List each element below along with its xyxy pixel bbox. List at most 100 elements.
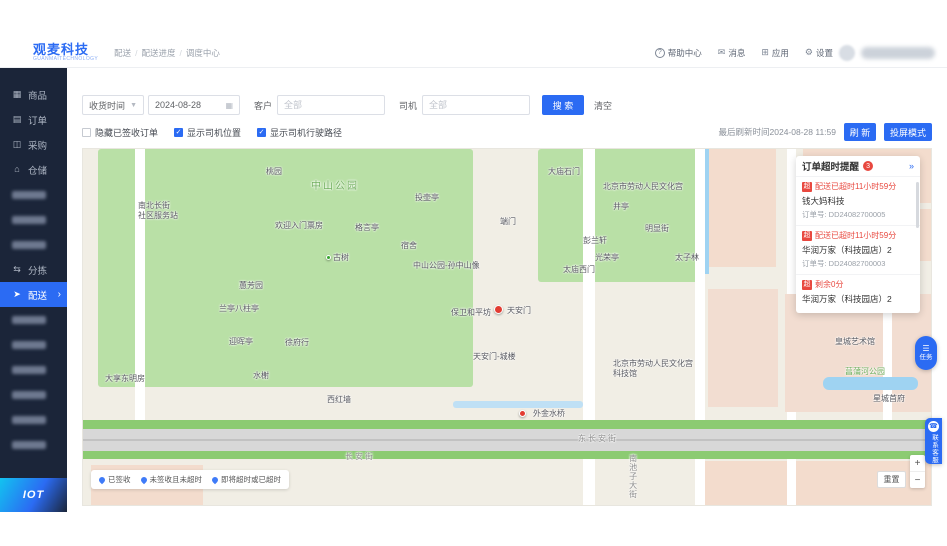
sidebar-item-blurred[interactable] bbox=[0, 182, 67, 207]
sidebar-item-blurred[interactable] bbox=[0, 357, 67, 382]
checkbox-icon bbox=[82, 127, 91, 137]
alert-item[interactable]: 超配送已超时11小时59分 华润万家（科技园店）2 订单号: DD240827000… bbox=[796, 225, 920, 274]
cast-mode-button[interactable]: 投屏模式 bbox=[884, 123, 932, 141]
road-vertical-3-south bbox=[787, 459, 796, 505]
map-label: 徐府行 bbox=[285, 338, 309, 347]
zoom-in-button[interactable]: + bbox=[910, 455, 925, 472]
map-label: 北京市劳动人民文化宫 科技馆 bbox=[613, 359, 693, 378]
iot-logo: IOT bbox=[0, 478, 67, 512]
refresh-area: 最后刷新时间2024-08-28 11:59 刷 新 投屏模式 bbox=[719, 123, 932, 141]
water-jinshui-river bbox=[453, 401, 583, 408]
clear-button[interactable]: 清空 bbox=[594, 99, 612, 112]
phone-service-icon: ☎ bbox=[928, 421, 939, 432]
checkbox-group: 隐藏已签收订单 ✓ 显示司机位置 ✓ 显示司机行驶路径 bbox=[82, 126, 358, 139]
orders-icon: ▤ bbox=[12, 114, 22, 124]
map-label: 古树 bbox=[333, 253, 349, 262]
alert-list: 超配送已超时11小时59分 钱大妈科技 订单号: DD24082700005 超配送已… bbox=[796, 176, 920, 310]
task-fab-button[interactable]: ☰ 任务 bbox=[915, 336, 937, 370]
order-number: 订单号: DD24082700005 bbox=[802, 210, 886, 219]
green-strip-north bbox=[83, 420, 931, 429]
app-window: 观麦科技 GUANMAITECHNOLOGY 配送 / 配送进度 / 调度中心 ? 帮助中… bbox=[0, 0, 947, 546]
map-label: 皇城艺术馆 bbox=[835, 337, 875, 346]
order-number: 订单号: DD24082700003 bbox=[802, 259, 886, 268]
option-bar: 隐藏已签收订单 ✓ 显示司机位置 ✓ 显示司机行驶路径 最后刷新时间2024-08-28… bbox=[82, 123, 932, 141]
sidebar-item-blurred[interactable] bbox=[0, 232, 67, 257]
checkbox-1[interactable]: ✓ 显示司机位置 bbox=[174, 126, 241, 139]
zoom-out-button[interactable]: − bbox=[910, 472, 925, 488]
checkbox-2[interactable]: ✓ 显示司机行驶路径 bbox=[257, 126, 342, 139]
map-legend: 已签收 未签收且未超时 即将超时或已超时 bbox=[91, 470, 289, 489]
alert-item[interactable]: 超剩余0分 华润万家（科技园店）2 bbox=[796, 274, 920, 310]
sidebar-item-purchase[interactable]: ◫ 采购 bbox=[0, 132, 67, 157]
map-label: 保卫和平坊 bbox=[451, 308, 491, 317]
order-marker-jinshui-bridge[interactable] bbox=[519, 410, 526, 417]
header-actions: ? 帮助中心 ✉ 消息 ⊞ 应用 ⚙ 设置 bbox=[654, 47, 833, 59]
order-marker-tiananmen[interactable] bbox=[494, 305, 503, 314]
header-action-settings[interactable]: ⚙ 设置 bbox=[805, 47, 833, 59]
sidebar-item-blurred[interactable] bbox=[0, 407, 67, 432]
blurred-label bbox=[12, 390, 46, 399]
header-action-help-center[interactable]: ? 帮助中心 bbox=[654, 47, 702, 59]
panel-scrollbar[interactable] bbox=[916, 182, 919, 228]
task-fab-label: 任务 bbox=[919, 353, 933, 361]
legend-item: 已签收 bbox=[97, 474, 131, 485]
checkbox-label: 显示司机行驶路径 bbox=[270, 127, 343, 138]
map-label: 外金水桥 bbox=[533, 409, 565, 418]
map-label: 中山公园 bbox=[311, 181, 359, 192]
map-pin-icon bbox=[139, 475, 148, 484]
breadcrumb: 配送 / 配送进度 / 调度中心 bbox=[114, 47, 220, 59]
contact-service-button[interactable]: ☎ 联系客服 bbox=[925, 418, 942, 464]
driver-input[interactable] bbox=[429, 100, 524, 110]
map-label: 菖蒲河公园 bbox=[845, 367, 885, 376]
map-label: 南北长街 社区服务站 bbox=[138, 201, 178, 220]
sidebar-item-delivery[interactable]: ➤ 配送 › bbox=[0, 282, 67, 307]
sidebar-item-sorting[interactable]: ⇆ 分拣 bbox=[0, 257, 67, 282]
sidebar-item-blurred[interactable] bbox=[0, 307, 67, 332]
map-label: 投壶亭 bbox=[415, 193, 439, 202]
date-value: 2024-08-28 bbox=[155, 100, 202, 110]
sidebar-item-blurred[interactable] bbox=[0, 432, 67, 457]
search-button[interactable]: 搜 索 bbox=[542, 95, 585, 115]
sidebar: ▦ 商品 ▤ 订单 ◫ 采购 ⌂ 仓储 ⇆ 分拣 ➤ 配送 › IOT bbox=[0, 68, 67, 512]
green-strip-south bbox=[83, 451, 931, 459]
breadcrumb-item[interactable]: 调度中心 bbox=[186, 47, 220, 59]
map-canvas[interactable]: 已签收 未签收且未超时 即将超时或已超时 重置 + − 订单超时提醒 3 » 超配送… bbox=[82, 148, 932, 506]
sidebar-item-goods[interactable]: ▦ 商品 bbox=[0, 82, 67, 107]
breadcrumb-item[interactable]: 配送 bbox=[114, 47, 131, 59]
customer-input[interactable] bbox=[284, 100, 379, 110]
map-reset-button[interactable]: 重置 bbox=[877, 471, 906, 488]
header-action-apps[interactable]: ⊞ 应用 bbox=[761, 47, 789, 59]
collapse-icon[interactable]: » bbox=[909, 161, 914, 171]
user-account[interactable] bbox=[839, 44, 935, 61]
map-label: 大庙石门 bbox=[548, 167, 580, 176]
calendar-icon: ▦ bbox=[225, 100, 233, 110]
sidebar-item-blurred[interactable] bbox=[0, 332, 67, 357]
sidebar-menu: ▦ 商品 ▤ 订单 ◫ 采购 ⌂ 仓储 ⇆ 分拣 ➤ 配送 › bbox=[0, 68, 67, 478]
timeout-tag: 超 bbox=[802, 181, 812, 192]
map-label: 水榭 bbox=[253, 371, 269, 380]
sidebar-item-blurred[interactable] bbox=[0, 382, 67, 407]
sidebar-item-orders[interactable]: ▤ 订单 bbox=[0, 107, 67, 132]
header-action-messages[interactable]: ✉ 消息 bbox=[718, 47, 746, 59]
sidebar-item-label: 分拣 bbox=[28, 265, 48, 277]
map-label: 天安门-城楼 bbox=[473, 352, 516, 361]
driver-field-wrap bbox=[422, 95, 531, 115]
map-label: 格言亭 bbox=[355, 223, 379, 232]
checkbox-0[interactable]: 隐藏已签收订单 bbox=[82, 126, 158, 139]
road-vertical-1-south bbox=[583, 459, 595, 505]
panel-header: 订单超时提醒 3 » bbox=[796, 156, 920, 176]
refresh-button[interactable]: 刷 新 bbox=[844, 123, 876, 141]
alert-item[interactable]: 超配送已超时11小时59分 钱大妈科技 订单号: DD24082700005 bbox=[796, 176, 920, 225]
last-refresh-time: 最后刷新时间2024-08-28 11:59 bbox=[718, 127, 836, 137]
breadcrumb-item[interactable]: 配送进度 bbox=[142, 47, 176, 59]
blurred-label bbox=[12, 315, 46, 324]
time-type-select[interactable]: 收货时间 ▼ bbox=[82, 95, 144, 115]
map-pin-icon bbox=[97, 475, 107, 484]
map-label: 兰亭八柱亭 bbox=[219, 304, 259, 313]
main-content: 收货时间 ▼ 2024-08-28 ▦ 客户 司机 搜 索 清空 隐藏已签收订单… bbox=[67, 68, 947, 512]
checkbox-label: 显示司机位置 bbox=[187, 127, 242, 138]
sidebar-item-warehouse[interactable]: ⌂ 仓储 bbox=[0, 157, 67, 182]
map-label: 西红墙 bbox=[327, 395, 351, 404]
date-picker[interactable]: 2024-08-28 ▦ bbox=[148, 95, 240, 115]
sidebar-item-blurred[interactable] bbox=[0, 207, 67, 232]
